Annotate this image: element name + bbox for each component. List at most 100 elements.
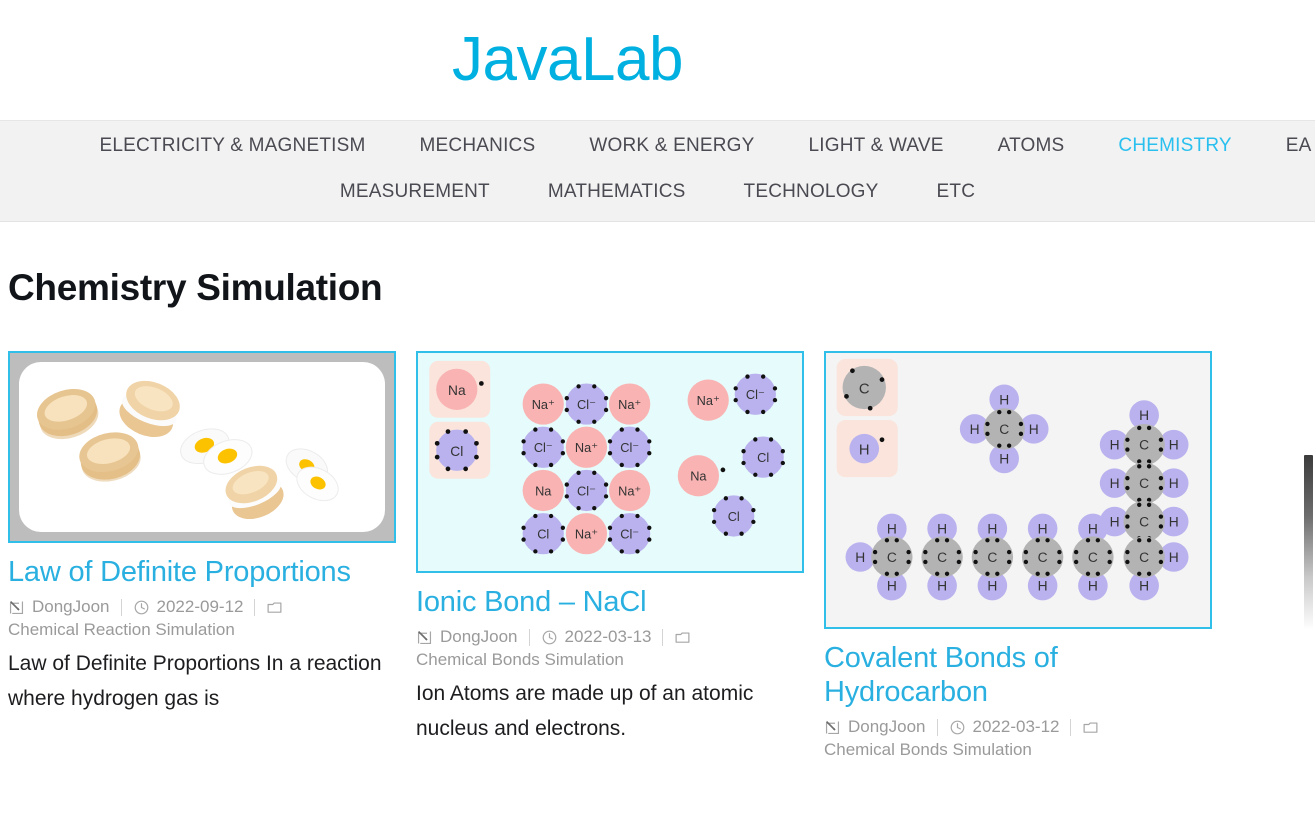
svg-text:Na⁺: Na⁺ (532, 397, 555, 412)
svg-text:Cl⁻: Cl⁻ (577, 397, 596, 412)
svg-text:H: H (999, 451, 1009, 466)
card-covalent-bonds-hydrocarbon[interactable]: C H H H H H C H H H C H H C H H C H H H … (824, 351, 1212, 760)
card-meta: DongJoon 2022-03-12 (824, 717, 1212, 737)
nav-item-light-wave[interactable]: LIGHT & WAVE (809, 135, 944, 157)
card-thumbnail-hydrocarbon[interactable]: C H H H H H C H H H C H H C H H C H H H … (824, 351, 1212, 629)
svg-text:C: C (987, 550, 997, 565)
svg-text:C: C (1139, 550, 1149, 565)
svg-text:H: H (887, 521, 897, 536)
svg-text:Cl⁻: Cl⁻ (534, 440, 553, 455)
meta-divider (254, 598, 256, 616)
site-logo[interactable]: JavaLab (452, 29, 863, 91)
svg-text:Na: Na (535, 483, 552, 498)
svg-text:H: H (1139, 579, 1149, 594)
card-title-link[interactable]: Covalent Bonds of Hydrocarbon (824, 641, 1212, 709)
page-body: Chemistry Simulation Law of Definite Pro… (0, 267, 1315, 760)
pencil-icon (417, 630, 432, 644)
card-thumbnail-bread-and-egg[interactable] (8, 351, 396, 543)
hydrocarbon-covalent-illustration: C H H H H H C H H H C H H C H H C H H H … (830, 353, 1206, 627)
clock-icon (134, 600, 148, 615)
nav-item-work-energy[interactable]: WORK & ENERGY (589, 135, 754, 157)
pencil-icon (825, 720, 840, 734)
svg-text:Na: Na (448, 383, 466, 398)
nav-item-atoms[interactable]: ATOMS (998, 135, 1065, 157)
svg-text:H: H (887, 579, 897, 594)
svg-text:Na⁺: Na⁺ (697, 393, 720, 408)
page-scrollbar[interactable] (1301, 0, 1315, 820)
nav-item-electricity-magnetism[interactable]: ELECTRICITY & MAGNETISM (99, 135, 365, 157)
card-ionic-bond-nacl[interactable]: Na Cl Na⁺ Cl⁻ Na⁺ Cl⁻ Na⁺ Cl⁻ Na Cl⁻ Na⁺… (416, 351, 804, 760)
card-date-value: 2022-03-12 (972, 717, 1060, 737)
svg-text:Na⁺: Na⁺ (618, 483, 641, 498)
card-category-icon-wrap (674, 629, 691, 646)
svg-text:C: C (1139, 476, 1149, 491)
folder-icon (676, 632, 690, 643)
simulation-card-grid: Law of Definite Proportions DongJoon 202… (0, 351, 1315, 760)
svg-text:H: H (1038, 579, 1048, 594)
site-header: JavaLab (0, 0, 1315, 120)
svg-text:Na⁺: Na⁺ (575, 440, 598, 455)
card-meta: DongJoon 2022-03-13 (416, 627, 804, 647)
nav-item-technology[interactable]: TECHNOLOGY (744, 181, 879, 203)
clock-icon (542, 630, 556, 645)
nav-item-measurement[interactable]: MEASUREMENT (340, 181, 490, 203)
svg-text:C: C (1139, 438, 1149, 453)
card-date-value: 2022-09-12 (156, 597, 244, 617)
page-title: Chemistry Simulation (8, 267, 383, 308)
card-author: DongJoon (824, 717, 926, 737)
svg-text:H: H (1169, 476, 1179, 491)
svg-text:H: H (1088, 579, 1098, 594)
nacl-ionic-lattice-illustration: Na Cl Na⁺ Cl⁻ Na⁺ Cl⁻ Na⁺ Cl⁻ Na Cl⁻ Na⁺… (421, 353, 799, 571)
svg-text:H: H (1139, 408, 1149, 423)
card-title-link[interactable]: Law of Definite Proportions (8, 555, 396, 589)
svg-text:H: H (970, 422, 980, 437)
svg-text:Cl: Cl (757, 450, 769, 465)
card-excerpt: Ion Atoms are made up of an atomic nucle… (416, 682, 754, 740)
svg-text:H: H (937, 521, 947, 536)
svg-text:C: C (887, 550, 897, 565)
svg-text:H: H (937, 579, 947, 594)
nav-item-etc[interactable]: ETC (937, 181, 976, 203)
svg-text:C: C (937, 550, 947, 565)
svg-text:C: C (1088, 550, 1098, 565)
svg-text:H: H (999, 392, 1009, 407)
svg-text:H: H (1088, 521, 1098, 536)
clock-icon (950, 720, 964, 735)
svg-text:Cl⁻: Cl⁻ (620, 527, 639, 542)
card-date: 2022-09-12 (133, 597, 244, 617)
pencil-icon (9, 600, 24, 614)
svg-text:H: H (1110, 438, 1120, 453)
scrollbar-thumb[interactable] (1304, 455, 1313, 630)
card-date-value: 2022-03-13 (564, 627, 652, 647)
card-thumbnail-nacl[interactable]: Na Cl Na⁺ Cl⁻ Na⁺ Cl⁻ Na⁺ Cl⁻ Na Cl⁻ Na⁺… (416, 351, 804, 573)
svg-text:Cl⁻: Cl⁻ (620, 440, 639, 455)
folder-icon (268, 602, 282, 613)
svg-text:C: C (1139, 514, 1149, 529)
svg-text:H: H (1169, 514, 1179, 529)
card-meta: DongJoon 2022-09-12 (8, 597, 396, 617)
card-category: Chemical Bonds Simulation (824, 740, 1032, 760)
card-author-name: DongJoon (440, 627, 518, 647)
card-author: DongJoon (8, 597, 110, 617)
card-category-icon-wrap (1082, 719, 1099, 736)
card-date: 2022-03-12 (949, 717, 1060, 737)
svg-text:H: H (859, 443, 870, 459)
svg-text:C: C (859, 381, 870, 397)
svg-text:H: H (987, 579, 997, 594)
nav-item-mathematics[interactable]: MATHEMATICS (548, 181, 686, 203)
svg-text:Na: Na (690, 469, 707, 484)
card-title-link[interactable]: Ionic Bond – NaCl (416, 585, 804, 619)
card-author: DongJoon (416, 627, 518, 647)
svg-text:H: H (1110, 476, 1120, 491)
nav-row-primary: ELECTRICITY & MAGNETISM MECHANICS WORK &… (0, 135, 1315, 157)
svg-text:C: C (1038, 550, 1048, 565)
card-category: Chemical Bonds Simulation (416, 650, 624, 670)
svg-text:Cl: Cl (537, 527, 549, 542)
nav-item-mechanics[interactable]: MECHANICS (420, 135, 536, 157)
card-law-of-definite-proportions[interactable]: Law of Definite Proportions DongJoon 202… (8, 351, 396, 760)
card-author-name: DongJoon (32, 597, 110, 617)
svg-text:Cl⁻: Cl⁻ (577, 483, 596, 498)
svg-text:H: H (1029, 422, 1039, 437)
main-navigation: ELECTRICITY & MAGNETISM MECHANICS WORK &… (0, 120, 1315, 222)
nav-item-chemistry[interactable]: CHEMISTRY (1118, 135, 1231, 157)
